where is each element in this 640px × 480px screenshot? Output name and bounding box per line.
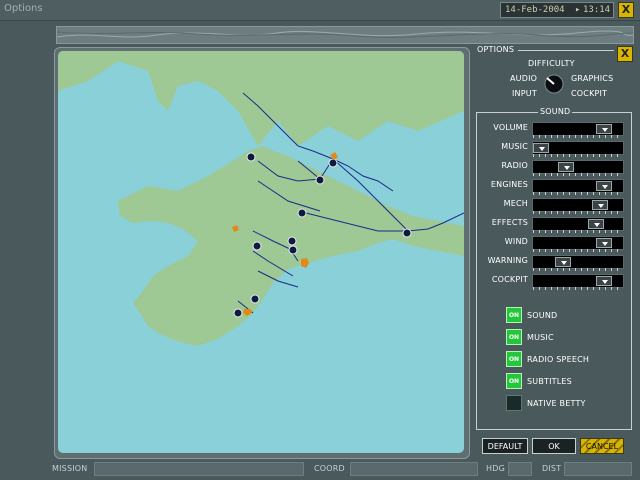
- slider-thumb[interactable]: [533, 143, 549, 153]
- toggle-label: RADIO SPEECH: [527, 355, 590, 364]
- toggle-music[interactable]: ON: [506, 329, 522, 345]
- toggle-radio-speech[interactable]: ON: [506, 351, 522, 367]
- default-button[interactable]: DEFAULT: [482, 438, 528, 454]
- slider-ticks: [533, 154, 623, 157]
- volume-slider-radio[interactable]: [532, 160, 624, 176]
- slider-label: ENGINES: [490, 180, 528, 189]
- hdg-field: [508, 462, 532, 476]
- slider-label: VOLUME: [493, 123, 528, 132]
- slider-thumb[interactable]: [588, 219, 604, 229]
- airfield-marker[interactable]: [287, 236, 297, 246]
- mission-label: MISSION: [52, 464, 88, 473]
- toggle-label: MUSIC: [527, 333, 554, 342]
- slider-label: MECH: [503, 199, 528, 208]
- slider-thumb[interactable]: [558, 162, 574, 172]
- toggle-label: SUBTITLES: [527, 377, 572, 386]
- airfield-marker[interactable]: [250, 294, 260, 304]
- airfield-marker[interactable]: [297, 208, 307, 218]
- options-close-button[interactable]: X: [617, 46, 633, 62]
- volume-slider-cockpit[interactable]: [532, 274, 624, 290]
- slider-thumb[interactable]: [555, 257, 571, 267]
- airfield-marker[interactable]: [246, 152, 256, 162]
- coord-label: COORD: [314, 464, 345, 473]
- category-input[interactable]: INPUT: [512, 89, 537, 98]
- toggle-label: SOUND: [527, 311, 558, 320]
- coord-field: [350, 462, 478, 476]
- cancel-button[interactable]: CANCEL: [580, 438, 624, 454]
- airfield-marker[interactable]: [402, 228, 412, 238]
- slider-label: EFFECTS: [491, 218, 528, 227]
- category-audio[interactable]: AUDIO: [510, 74, 537, 83]
- volume-slider-wind[interactable]: [532, 236, 624, 252]
- toggle-label: NATIVE BETTY: [527, 399, 586, 408]
- window-close-button[interactable]: X: [618, 2, 634, 18]
- date-value: 14-Feb-2004: [505, 5, 565, 15]
- toggle-sound[interactable]: ON: [506, 307, 522, 323]
- toggle-subtitles[interactable]: ON: [506, 373, 522, 389]
- airfield-marker[interactable]: [233, 308, 243, 318]
- slider-thumb[interactable]: [596, 276, 612, 286]
- strip-texture: [56, 30, 634, 38]
- slider-ticks: [533, 230, 623, 233]
- slider-ticks: [533, 287, 623, 290]
- volume-slider-mech[interactable]: [532, 198, 624, 214]
- slider-thumb[interactable]: [596, 238, 612, 248]
- toggle-native-betty[interactable]: [506, 395, 522, 411]
- volume-slider-volume[interactable]: [532, 122, 624, 138]
- slider-label: RADIO: [501, 161, 528, 170]
- dist-label: DIST: [542, 464, 562, 473]
- airfield-marker[interactable]: [252, 241, 262, 251]
- slider-label: MUSIC: [501, 142, 528, 151]
- volume-slider-warning[interactable]: [532, 255, 624, 271]
- slider-ticks: [533, 211, 623, 214]
- slider-label: WIND: [504, 237, 528, 246]
- hdg-label: HDG: [486, 464, 505, 473]
- slider-label: WARNING: [487, 256, 528, 265]
- airfield-marker[interactable]: [328, 158, 338, 168]
- slider-ticks: [533, 268, 623, 271]
- airfield-marker[interactable]: [288, 245, 298, 255]
- slider-ticks: [533, 135, 623, 138]
- slider-thumb[interactable]: [596, 124, 612, 134]
- slider-thumb[interactable]: [592, 200, 608, 210]
- volume-slider-music[interactable]: [532, 141, 624, 157]
- volume-slider-effects[interactable]: [532, 217, 624, 233]
- play-icon: ▸: [575, 5, 581, 15]
- airfield-marker[interactable]: [315, 175, 325, 185]
- slider-label: COCKPIT: [491, 275, 528, 284]
- time-value: 13:14: [583, 5, 611, 15]
- options-divider: [518, 50, 614, 51]
- ok-button[interactable]: OK: [532, 438, 576, 454]
- map-canvas[interactable]: [58, 51, 464, 453]
- category-graphics[interactable]: GRAPHICS: [571, 74, 613, 83]
- options-header: OPTIONS: [477, 45, 515, 54]
- sound-header: SOUND: [538, 107, 573, 116]
- volume-slider-engines[interactable]: [532, 179, 624, 195]
- mission-field: [94, 462, 304, 476]
- mainland-land: [58, 51, 464, 146]
- slider-ticks: [533, 173, 623, 176]
- window-title: Options: [4, 3, 43, 14]
- slider-ticks: [533, 249, 623, 252]
- mission-map[interactable]: [58, 51, 464, 453]
- overview-strip: [56, 26, 634, 44]
- date-time-display: 14-Feb-2004 ▸ 13:14: [500, 2, 614, 18]
- slider-thumb[interactable]: [596, 181, 612, 191]
- category-cockpit[interactable]: COCKPIT: [571, 89, 607, 98]
- category-selector-knob-icon[interactable]: [542, 72, 566, 100]
- dist-field: [564, 462, 632, 476]
- slider-ticks: [533, 192, 623, 195]
- category-difficulty[interactable]: DIFFICULTY: [528, 59, 575, 68]
